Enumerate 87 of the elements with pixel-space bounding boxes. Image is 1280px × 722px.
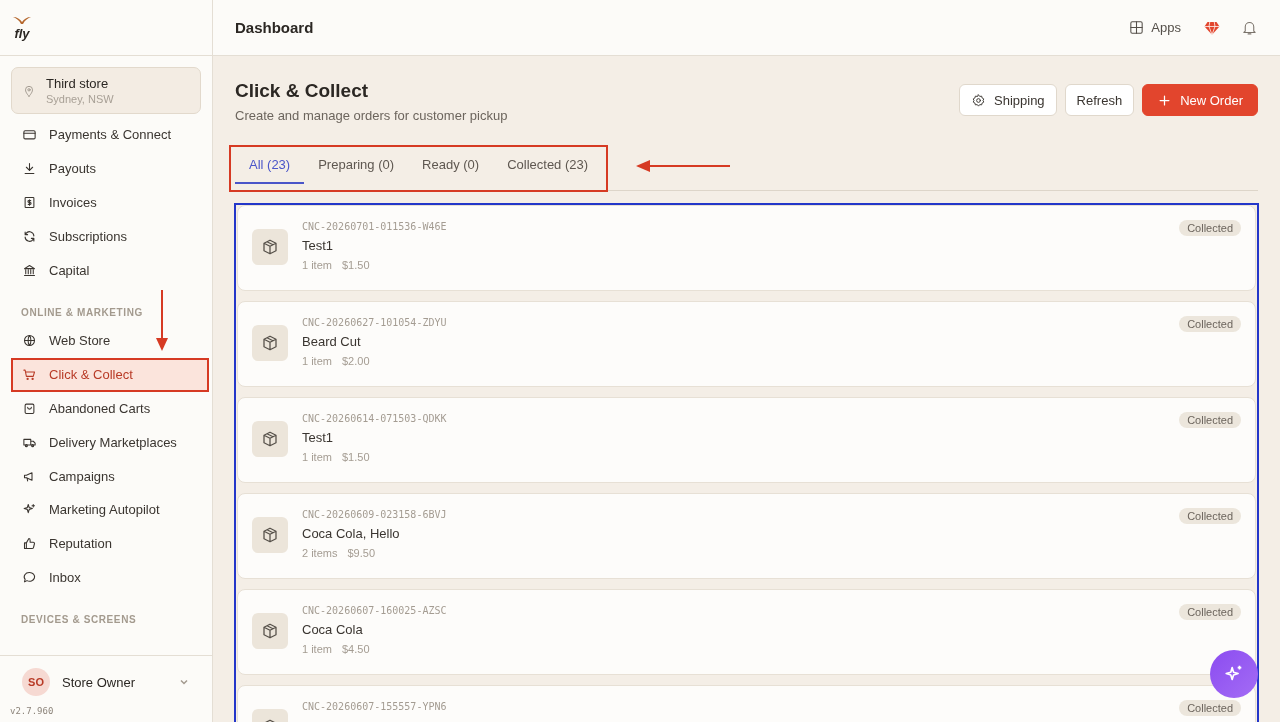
order-id: CNC-20260609-023158-6BVJ (302, 509, 448, 520)
store-selector[interactable]: Third store Sydney, NSW (11, 67, 201, 114)
order-id: CNC-20260607-155557-YPN6 (302, 701, 448, 712)
user-avatar[interactable]: SO (22, 668, 50, 696)
package-icon (252, 613, 288, 649)
grid-icon (1128, 19, 1146, 36)
nav-item[interactable]: Subscriptions (11, 219, 209, 254)
dollar-document-icon (22, 195, 37, 210)
logo[interactable]: fly (12, 15, 32, 40)
section-heading: ONLINE & MARKETING (20, 306, 144, 320)
status-badge: Collected (1179, 220, 1241, 236)
bank-icon (22, 262, 37, 278)
order-id: CNC-20260614-071503-QDKK (302, 413, 448, 424)
download-icon (22, 161, 37, 177)
nav-item[interactable]: Marketing Autopilot (11, 492, 209, 527)
order-name: Beard Cut (302, 334, 362, 349)
item-count: 1 item (302, 451, 332, 463)
nav-item[interactable]: Web Store (11, 324, 209, 358)
filter-tab[interactable]: Ready (0) (408, 149, 494, 184)
order-card[interactable]: CNC-20260607-155557-YPN6 Collected (237, 685, 1256, 722)
credit-card-icon (22, 127, 37, 143)
status-badge: Collected (1179, 604, 1241, 620)
nav-item[interactable]: Reputation (11, 526, 209, 561)
filter-tab[interactable]: Collected (23) (493, 149, 603, 184)
page-title: Click & Collect (235, 80, 370, 102)
status-badge: Collected (1179, 700, 1241, 716)
order-id: CNC-20260701-011536-W46E (302, 221, 448, 232)
nav-item[interactable]: Campaigns (11, 459, 209, 493)
item-count: 1 item (302, 259, 332, 271)
location-pin-icon (22, 83, 36, 98)
order-id: CNC-20260607-160025-AZSC (302, 605, 448, 616)
thumbs-up-icon (22, 536, 37, 552)
user-name: Store Owner (62, 674, 136, 690)
refresh-button[interactable]: Refresh (1064, 84, 1135, 116)
new-order-button[interactable]: New Order (1142, 84, 1258, 116)
shipping-button[interactable]: Shipping (959, 84, 1057, 116)
order-name: Coca Cola, Hello (302, 526, 401, 541)
package-icon (252, 517, 288, 553)
plus-icon (1157, 92, 1173, 108)
item-count: 1 item (302, 643, 332, 655)
settings-icon (971, 92, 986, 108)
nav-item[interactable]: Inbox (11, 560, 209, 595)
store-name: Third store (46, 76, 110, 91)
order-total: $1.50 (341, 259, 370, 271)
nav-item[interactable]: Abandoned Carts (11, 391, 209, 426)
order-total: $9.50 (347, 547, 375, 559)
status-badge: Collected (1179, 316, 1241, 332)
filter-tab[interactable]: Preparing (0) (304, 149, 409, 184)
nav-item[interactable]: Capital (11, 253, 209, 287)
package-icon (252, 325, 288, 361)
store-location: Sydney, NSW (46, 93, 114, 105)
chat-icon (22, 569, 37, 585)
section-heading: DEVICES & SCREENS (20, 613, 138, 628)
package-icon (252, 421, 288, 457)
page-subtitle: Create and manage orders for customer pickup (235, 108, 509, 123)
order-total: $4.50 (341, 643, 370, 655)
order-name: Test1 (302, 238, 335, 253)
package-icon (252, 229, 288, 265)
nav-item[interactable]: Payouts (11, 151, 209, 186)
order-card[interactable]: CNC-20260607-160025-AZSC Coca Cola 1 item $4.50 Collected (237, 589, 1256, 675)
nav-item[interactable]: Invoices (11, 185, 209, 220)
apps-button[interactable]: Apps (1128, 19, 1181, 36)
order-card[interactable]: CNC-20260609-023158-6BVJ Coca Cola, Hello 2 items $9.50 Collected (237, 493, 1256, 579)
version-text: v2.7.960 (10, 706, 55, 716)
order-name: Test1 (302, 430, 335, 445)
status-badge: Collected (1179, 412, 1241, 428)
header-title: Dashboard (235, 19, 315, 36)
annotation-arrow (155, 290, 169, 352)
nav-item[interactable]: Delivery Marketplaces (11, 425, 209, 460)
order-id: CNC-20260627-101054-ZDYU (302, 317, 448, 328)
status-badge: Collected (1179, 508, 1241, 524)
filter-tab[interactable]: All (23) (235, 149, 305, 184)
order-card[interactable]: CNC-20260614-071503-QDKK Test1 1 item $1.50 Collected (237, 397, 1256, 483)
order-card[interactable]: CNC-20260627-101054-ZDYU Beard Cut 1 item $2.00 Collected (237, 301, 1256, 387)
nav-item[interactable]: Payments & Connect (11, 118, 209, 152)
cart-icon (22, 367, 37, 383)
nav-item[interactable]: Click & Collect (11, 357, 209, 392)
order-name: Coca Cola (302, 622, 364, 637)
globe-icon (22, 333, 37, 349)
order-card[interactable]: CNC-20260701-011536-W46E Test1 1 item $1.50 Collected (237, 205, 1256, 291)
bag-icon (22, 400, 37, 416)
order-total: $1.50 (341, 451, 370, 463)
bell-icon[interactable] (1241, 19, 1258, 36)
item-count: 2 items (302, 547, 338, 559)
order-total: $2.00 (341, 355, 370, 367)
refresh-icon (22, 228, 37, 244)
item-count: 1 item (302, 355, 332, 367)
